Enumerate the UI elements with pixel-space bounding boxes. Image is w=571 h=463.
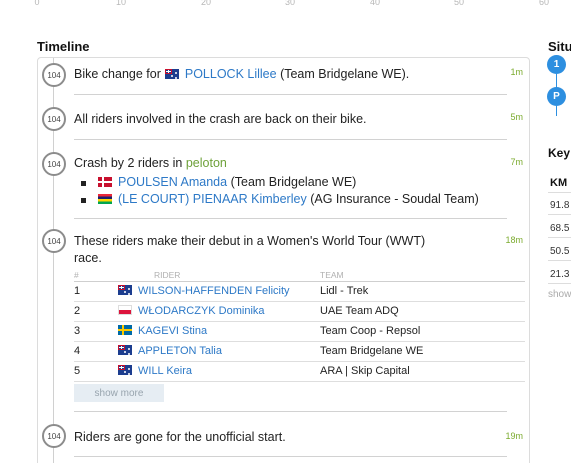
table-row: 4 APPLETON Talia Team Bridgelane WE <box>74 341 525 362</box>
situation-heading: Situ <box>548 39 571 54</box>
rider-team: (AG Insurance - Soudal Team) <box>310 192 479 206</box>
scale-tick: 20 <box>200 0 212 7</box>
team-cell: UAE Team ADQ <box>320 301 525 322</box>
column-header-team: TEAM <box>320 269 525 282</box>
scale-tick: 0 <box>34 0 40 7</box>
column-header-rank: # <box>74 269 114 282</box>
entry-time: 1m <box>510 67 523 77</box>
flag-australia-icon <box>118 285 132 295</box>
table-header-row: # RIDER TEAM <box>74 269 525 282</box>
divider <box>548 237 571 238</box>
rank-cell: 5 <box>74 361 114 382</box>
entry-divider <box>74 139 507 140</box>
km-badge: 104 <box>42 424 66 448</box>
table-row: 5 WILL Keira ARA | Skip Capital <box>74 361 525 382</box>
table-row: 3 KAGEVI Stina Team Coop - Repsol <box>74 321 525 342</box>
entry-divider <box>74 456 507 457</box>
timeline-panel: 104 Bike change for POLLOCK Lillee (Team … <box>37 57 530 463</box>
rider-cell: WILSON-HAFFENDEN Felicity <box>114 281 320 302</box>
entry-divider <box>74 94 507 95</box>
flag-australia-icon <box>164 69 179 79</box>
rider-cell: APPLETON Talia <box>114 341 320 362</box>
entry-text-line: race. <box>74 251 102 265</box>
show-more-link[interactable]: show <box>548 289 571 300</box>
team-cell: Team Coop - Repsol <box>320 321 525 342</box>
timeline-heading: Timeline <box>37 39 90 54</box>
km-value: 50.5 <box>550 246 570 257</box>
flag-poland-icon <box>118 305 132 315</box>
team-cell: ARA | Skip Capital <box>320 361 525 382</box>
rider-team: (Team Bridgelane WE). <box>280 67 410 81</box>
crash-rider-list: POULSEN Amanda (Team Bridgelane WE) (LE … <box>81 174 479 208</box>
team-cell: Team Bridgelane WE <box>320 341 525 362</box>
scale-tick: 50 <box>453 0 465 7</box>
entry-time: 18m <box>505 235 523 245</box>
scale-tick: 10 <box>115 0 127 7</box>
entry-time: 19m <box>505 431 523 441</box>
rider-link[interactable]: POULSEN Amanda <box>118 175 227 189</box>
km-badge: 104 <box>42 63 66 87</box>
km-value: 21.3 <box>550 269 570 280</box>
entry-text: Bike change for POLLOCK Lillee (Team Brid… <box>74 66 409 83</box>
list-item: POULSEN Amanda (Team Bridgelane WE) <box>81 174 479 191</box>
entry-text: All riders involved in the crash are bac… <box>74 112 367 126</box>
list-item: (LE COURT) PIENAAR Kimberley (AG Insuran… <box>81 191 479 208</box>
entry-text-line: These riders make their debut in a Women… <box>74 234 426 248</box>
scale-tick: 30 <box>284 0 296 7</box>
km-value: 91.8 <box>550 200 570 211</box>
rider-team: (Team Bridgelane WE) <box>230 175 357 189</box>
entry-divider <box>74 218 507 219</box>
marker-connector <box>556 106 557 116</box>
rider-link[interactable]: WILL Keira <box>138 365 192 377</box>
flag-mauritius-icon <box>98 194 112 204</box>
entry-text: Crash by 2 riders in peloton <box>74 155 227 172</box>
entry-time: 7m <box>510 157 523 167</box>
show-more-button[interactable]: show more <box>74 384 164 402</box>
scale-tick: 40 <box>369 0 381 7</box>
km-badge: 104 <box>42 229 66 253</box>
scale-tick: 60 <box>538 0 550 7</box>
rider-cell: WŁODARCZYK Dominika <box>114 301 320 322</box>
divider <box>548 192 571 193</box>
team-cell: Lidl - Trek <box>320 281 525 302</box>
divider <box>548 214 571 215</box>
group-marker-1[interactable]: 1 <box>547 55 566 74</box>
debut-riders-table: # RIDER TEAM 1 WILSON-HAFFENDEN Felicity… <box>74 269 525 382</box>
rider-link[interactable]: (LE COURT) PIENAAR Kimberley <box>118 192 307 206</box>
flag-denmark-icon <box>98 177 112 187</box>
flag-sweden-icon <box>118 325 132 335</box>
km-value: 68.5 <box>550 223 570 234</box>
km-badge: 104 <box>42 152 66 176</box>
group-marker-peloton[interactable]: P <box>547 87 566 106</box>
rank-cell: 3 <box>74 321 114 342</box>
rider-link[interactable]: KAGEVI Stina <box>138 325 207 337</box>
column-header-rider: RIDER <box>114 269 320 282</box>
rider-link[interactable]: POLLOCK Lillee <box>185 67 277 81</box>
rank-cell: 4 <box>74 341 114 362</box>
rider-link[interactable]: WŁODARCZYK Dominika <box>138 305 265 317</box>
entry-text: These riders make their debut in a Women… <box>74 233 425 267</box>
entry-time: 5m <box>510 112 523 122</box>
table-row: 2 WŁODARCZYK Dominika UAE Team ADQ <box>74 301 525 322</box>
divider <box>548 283 571 284</box>
rank-cell: 1 <box>74 281 114 302</box>
rider-cell: KAGEVI Stina <box>114 321 320 342</box>
km-badge: 104 <box>42 107 66 131</box>
rider-link[interactable]: WILSON-HAFFENDEN Felicity <box>138 285 290 297</box>
entry-prefix: Bike change for <box>74 67 161 81</box>
flag-australia-icon <box>118 365 132 375</box>
group-label: peloton <box>185 156 227 170</box>
table-row: 1 WILSON-HAFFENDEN Felicity Lidl - Trek <box>74 281 525 302</box>
rider-cell: WILL Keira <box>114 361 320 382</box>
keys-heading: Key <box>548 146 571 160</box>
km-column-header: KM <box>550 177 568 189</box>
entry-divider <box>74 411 507 412</box>
distance-scale: 0 10 20 30 40 50 60 <box>0 0 571 12</box>
rider-link[interactable]: APPLETON Talia <box>138 345 222 357</box>
rank-cell: 2 <box>74 301 114 322</box>
divider <box>548 260 571 261</box>
flag-australia-icon <box>118 345 132 355</box>
entry-text: Riders are gone for the unofficial start… <box>74 430 286 444</box>
entry-prefix: Crash by 2 riders in <box>74 156 183 170</box>
